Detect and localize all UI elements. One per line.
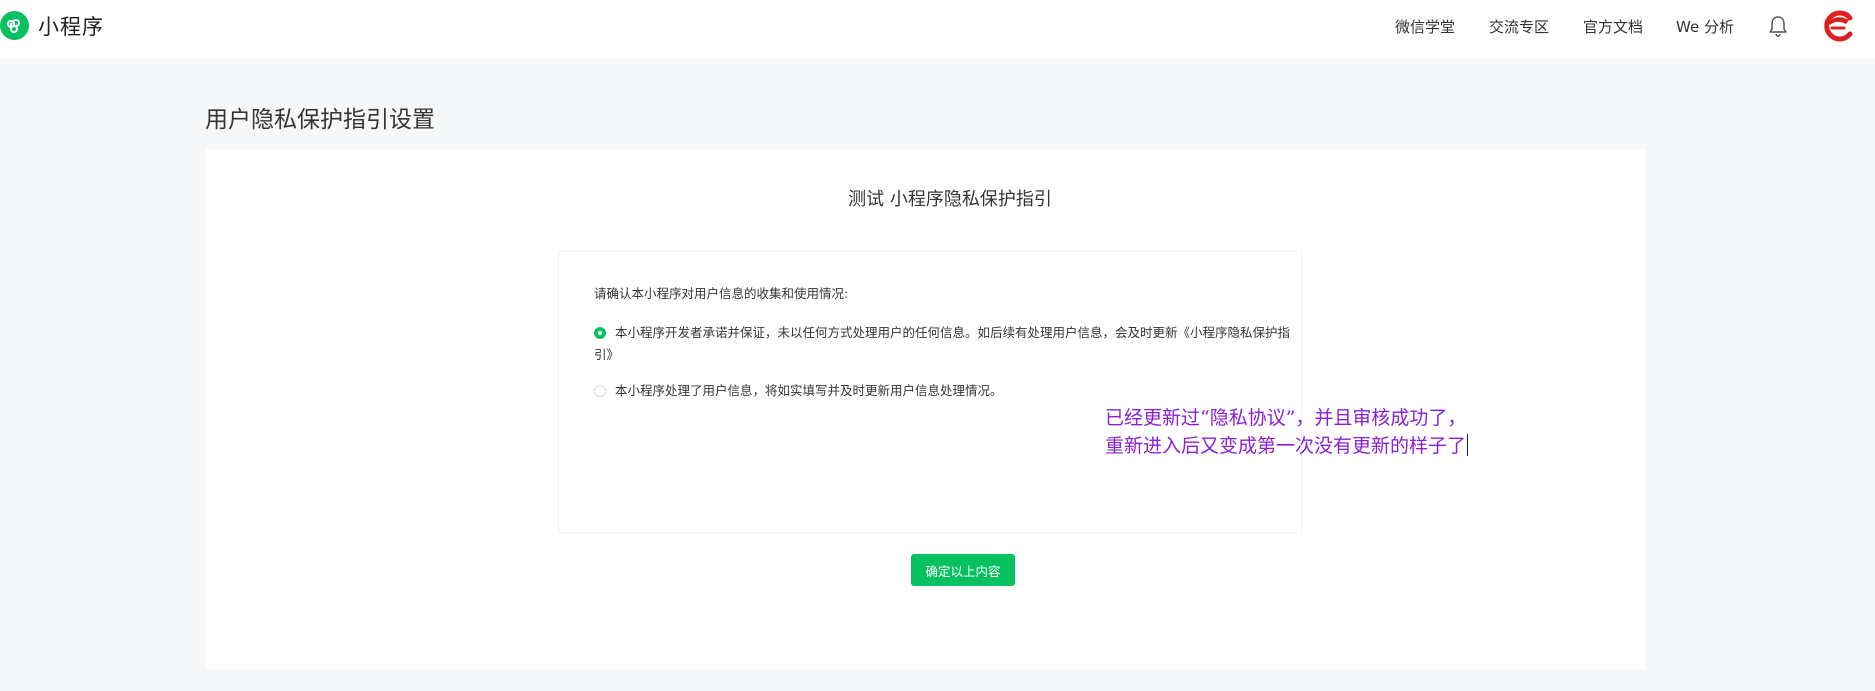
miniprogram-logo-icon[interactable]	[0, 11, 29, 40]
nav-item-docs[interactable]: 官方文档	[1583, 16, 1643, 37]
option-label: 本小程序处理了用户信息，将如实填写并及时更新用户信息处理情况。	[615, 383, 1003, 398]
nav-item-community[interactable]: 交流专区	[1489, 16, 1549, 37]
redacted-app-name	[800, 191, 849, 209]
annotation-line-2: 重新进入后又变成第一次没有更新的样子了	[1105, 435, 1467, 457]
confirm-button[interactable]: 确定以上内容	[911, 554, 1015, 586]
top-navigation-bar: 小程序 微信学堂 交流专区 官方文档 We 分析	[0, 0, 1875, 59]
radio-selected-icon[interactable]	[594, 327, 606, 339]
nav-item-wechat-academy[interactable]: 微信学堂	[1395, 16, 1455, 37]
brand-name[interactable]: 小程序	[38, 11, 104, 41]
radio-unselected-icon[interactable]	[594, 385, 606, 397]
user-annotation: 已经更新过“隐私协议”，并且审核成功了， 重新进入后又变成第一次没有更新的样子了	[1105, 404, 1469, 460]
guide-title-text: 测试 小程序隐私保护指引	[848, 189, 1052, 210]
guide-panel: 请确认本小程序对用户信息的收集和使用情况: 本小程序开发者承诺并保证，未以任何方…	[558, 251, 1302, 586]
annotation-line-1: 已经更新过“隐私协议”，并且审核成功了，	[1105, 407, 1467, 429]
bell-icon[interactable]	[1767, 14, 1789, 38]
avatar-logo-icon[interactable]	[1820, 8, 1854, 42]
option-no-user-info[interactable]: 本小程序开发者承诺并保证，未以任何方式处理用户的任何信息。如后续有处理用户信息，…	[594, 322, 1294, 366]
nav-item-we-analysis[interactable]: We 分析	[1676, 16, 1734, 37]
guide-prompt: 请确认本小程序对用户信息的收集和使用情况:	[594, 286, 849, 301]
guide-title: 测试 小程序隐私保护指引	[206, 185, 1646, 211]
option-processes-user-info[interactable]: 本小程序处理了用户信息，将如实填写并及时更新用户信息处理情况。	[594, 380, 1294, 402]
page-title: 用户隐私保护指引设置	[205, 107, 435, 133]
text-caret	[1467, 434, 1469, 456]
option-label: 本小程序开发者承诺并保证，未以任何方式处理用户的任何信息。如后续有处理用户信息，…	[594, 325, 1291, 362]
